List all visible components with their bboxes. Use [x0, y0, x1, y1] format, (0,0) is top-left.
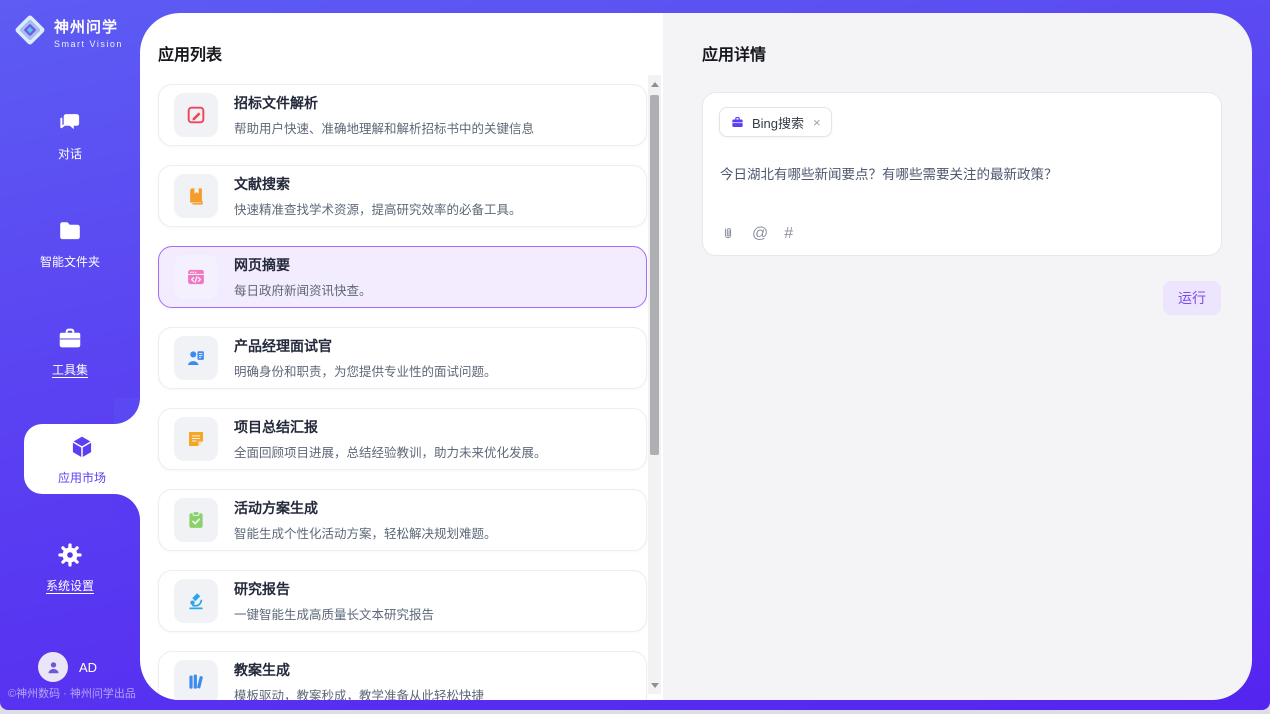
app-card-title: 产品经理面试官 [234, 336, 497, 356]
book-icon [174, 174, 218, 218]
app-card-title: 网页摘要 [234, 255, 372, 275]
app-detail-panel: 应用详情 Bing搜索 × 今日湖北有哪些新闻要点？有哪些需要关注的最新政策？ [663, 13, 1252, 700]
app-card-7[interactable]: 教案生成 模板驱动，教案秒成，教学准备从此轻松快捷 [158, 651, 647, 700]
app-card-description: 一键智能生成高质量长文本研究报告 [234, 604, 434, 623]
app-card-title: 研究报告 [234, 579, 434, 599]
app-cards: 招标文件解析 帮助用户快速、准确地理解和解析招标书中的关键信息 文献搜索 快速精… [158, 84, 647, 700]
tool-tag-close-icon[interactable]: × [813, 115, 821, 130]
sidebar-item-label: 对话 [58, 145, 82, 162]
app-card-description: 每日政府新闻资讯快查。 [234, 280, 372, 299]
app-card-description: 快速精准查找学术资源，提高研究效率的必备工具。 [234, 199, 522, 218]
gear-icon [55, 540, 85, 570]
prompt-composer[interactable]: Bing搜索 × 今日湖北有哪些新闻要点？有哪些需要关注的最新政策？ @ # [702, 92, 1222, 256]
brand-name: 神州问学 [54, 16, 123, 37]
scrollbar-thumb[interactable] [650, 95, 659, 455]
app-card-6[interactable]: 研究报告 一键智能生成高质量长文本研究报告 [158, 570, 647, 632]
sidebar-item-3[interactable]: 应用市场 [24, 424, 140, 494]
note-icon [174, 417, 218, 461]
run-button[interactable]: 运行 [1163, 281, 1221, 315]
person-icon [45, 659, 62, 676]
app-card-title: 项目总结汇报 [234, 417, 547, 437]
sidebar-item-2[interactable]: 工具集 [0, 316, 140, 386]
app-card-2[interactable]: 网页摘要 每日政府新闻资讯快查。 [158, 246, 647, 308]
sidebar-item-label: 系统设置 [46, 577, 94, 594]
content-area: 应用列表 招标文件解析 帮助用户快速、准确地理解和解析招标书中的关键信息 文献搜… [140, 13, 1252, 700]
app-card-4[interactable]: 项目总结汇报 全面回顾项目进展，总结经验教训，助力未来优化发展。 [158, 408, 647, 470]
app-card-title: 招标文件解析 [234, 93, 534, 113]
sidebar: 神州问学 Smart Vision 对话 智能文件夹 [0, 0, 140, 710]
user-initials: AD [79, 660, 97, 675]
app-card-3[interactable]: 产品经理面试官 明确身份和职责，为您提供专业性的面试问题。 [158, 327, 647, 389]
scrollbar-down-icon[interactable] [648, 678, 661, 692]
hashtag-icon[interactable]: # [784, 226, 793, 242]
clipboard-check-icon [174, 498, 218, 542]
app-card-description: 全面回顾项目进展，总结经验教训，助力未来优化发展。 [234, 442, 547, 461]
sidebar-item-1[interactable]: 智能文件夹 [0, 208, 140, 278]
app-card-description: 模板驱动，教案秒成，教学准备从此轻松快捷 [234, 685, 484, 700]
app-card-title: 活动方案生成 [234, 498, 497, 518]
brand-logo: 神州问学 Smart Vision [13, 13, 123, 52]
app-list-panel: 应用列表 招标文件解析 帮助用户快速、准确地理解和解析招标书中的关键信息 文献搜… [140, 13, 663, 700]
sidebar-item-label: 工具集 [52, 361, 88, 378]
app-card-1[interactable]: 文献搜索 快速精准查找学术资源，提高研究效率的必备工具。 [158, 165, 647, 227]
toolbox-icon [55, 324, 85, 354]
sidebar-nav: 对话 智能文件夹 工具集 应用市场 [0, 100, 140, 640]
attachment-icon[interactable] [720, 226, 736, 242]
cube-icon [67, 432, 97, 462]
prompt-text[interactable]: 今日湖北有哪些新闻要点？有哪些需要关注的最新政策？ [720, 163, 1205, 183]
folder-icon [55, 216, 85, 246]
tool-tag[interactable]: Bing搜索 × [719, 107, 832, 137]
app-card-title: 教案生成 [234, 660, 484, 680]
pen-square-icon [174, 93, 218, 137]
app-card-title: 文献搜索 [234, 174, 522, 194]
sidebar-item-0[interactable]: 对话 [0, 100, 140, 170]
mention-icon[interactable]: @ [752, 226, 768, 242]
app-card-description: 明确身份和职责，为您提供专业性的面试问题。 [234, 361, 497, 380]
scrollbar-up-icon[interactable] [648, 77, 661, 91]
app-list-title: 应用列表 [158, 41, 663, 65]
diamond-logo-icon [13, 13, 47, 52]
app-detail-title: 应用详情 [702, 41, 1252, 65]
app-window: 神州问学 Smart Vision 对话 智能文件夹 [0, 0, 1270, 710]
list-scrollbar[interactable] [648, 75, 661, 694]
app-card-5[interactable]: 活动方案生成 智能生成个性化活动方案，轻松解决规划难题。 [158, 489, 647, 551]
briefcase-icon [730, 115, 745, 130]
app-card-description: 帮助用户快速、准确地理解和解析招标书中的关键信息 [234, 118, 534, 137]
browser-code-icon [174, 255, 218, 299]
chat-icon [55, 108, 85, 138]
books-icon [174, 660, 218, 700]
app-card-0[interactable]: 招标文件解析 帮助用户快速、准确地理解和解析招标书中的关键信息 [158, 84, 647, 146]
sidebar-item-label: 智能文件夹 [40, 253, 100, 270]
tool-tag-label: Bing搜索 [752, 113, 804, 132]
avatar [38, 652, 68, 682]
interviewer-icon [174, 336, 218, 380]
copyright-footer: ©神州数码 · 神州问学出品 [8, 685, 136, 701]
composer-toolbar: @ # [720, 226, 793, 242]
concave-curve-top [114, 398, 140, 424]
concave-curve-bottom [114, 494, 140, 520]
user-account[interactable]: AD [38, 652, 97, 682]
sidebar-item-label: 应用市场 [58, 469, 106, 486]
sidebar-item-4[interactable]: 系统设置 [0, 532, 140, 602]
brand-slogan: Smart Vision [54, 39, 123, 49]
app-card-description: 智能生成个性化活动方案，轻松解决规划难题。 [234, 523, 497, 542]
research-icon [174, 579, 218, 623]
